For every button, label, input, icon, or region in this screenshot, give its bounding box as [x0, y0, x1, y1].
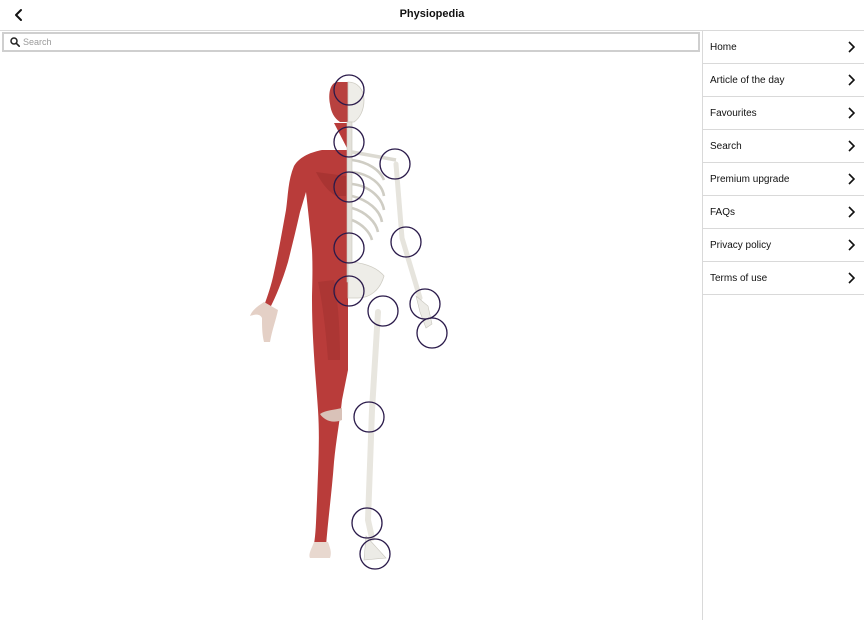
chevron-right-icon [848, 239, 855, 251]
hotspot-hand[interactable] [416, 317, 448, 349]
chevron-right-icon [848, 74, 855, 86]
sidebar-item-favourites[interactable]: Favourites [703, 97, 864, 130]
sidebar-item-label: Favourites [710, 107, 757, 119]
sidebar-item-label: Terms of use [710, 272, 768, 284]
sidebar-item-label: Home [710, 41, 737, 53]
sidebar-menu: Home Article of the day Favourites Searc… [702, 31, 864, 620]
chevron-right-icon [848, 140, 855, 152]
skeleton-half-figure [346, 81, 433, 561]
sidebar-item-label: Premium upgrade [710, 173, 790, 185]
anatomy-body-map [0, 56, 700, 620]
sidebar-item-home[interactable]: Home [703, 31, 864, 64]
sidebar-item-label: Privacy policy [710, 239, 772, 251]
sidebar-item-label: Article of the day [710, 74, 785, 86]
sidebar-item-search[interactable]: Search [703, 130, 864, 163]
sidebar-item-article-of-the-day[interactable]: Article of the day [703, 64, 864, 97]
sidebar-item-premium-upgrade[interactable]: Premium upgrade [703, 163, 864, 196]
sidebar-item-label: FAQs [710, 206, 736, 218]
sidebar-item-label: Search [710, 140, 742, 152]
search-icon [10, 37, 20, 47]
chevron-right-icon [848, 107, 855, 119]
search-input[interactable] [23, 35, 683, 49]
chevron-right-icon [848, 206, 855, 218]
top-navigation-bar: Physiopedia [0, 0, 864, 31]
human-anatomy-figure [250, 74, 448, 570]
sidebar-item-privacy-policy[interactable]: Privacy policy [703, 229, 864, 262]
muscle-half-figure [250, 82, 348, 558]
chevron-right-icon [848, 272, 855, 284]
sidebar-item-terms-of-use[interactable]: Terms of use [703, 262, 864, 295]
chevron-right-icon [848, 173, 855, 185]
sidebar-item-faqs[interactable]: FAQs [703, 196, 864, 229]
search-bar[interactable] [2, 32, 700, 52]
chevron-right-icon [848, 41, 855, 53]
hotspot-hip[interactable] [367, 295, 399, 327]
page-title: Physiopedia [399, 8, 465, 20]
